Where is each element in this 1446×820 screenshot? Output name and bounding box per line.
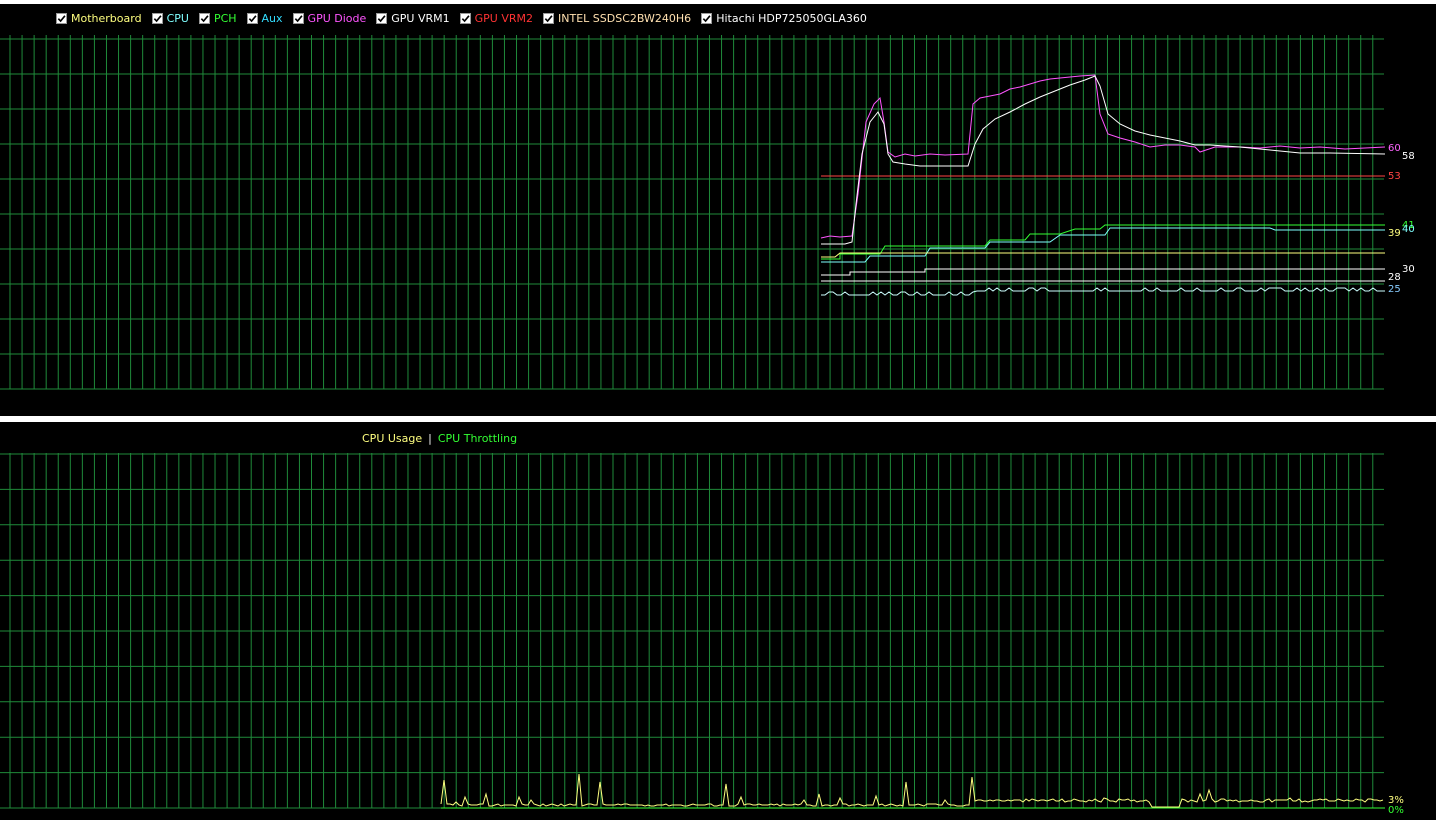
cpu-throttling-legend[interactable]: CPU Throttling (438, 432, 517, 445)
value-label-39: 39 (1388, 228, 1401, 239)
legend-checkbox[interactable] (543, 13, 555, 24)
legend-label: Motherboard (71, 12, 142, 25)
checkmark-icon (153, 15, 162, 23)
cpu-value-label-1: 0% (1388, 805, 1404, 816)
grid (0, 35, 1384, 390)
legend-item-intel-ssdsc2bw240h6[interactable]: INTEL SSDSC2BW240H6 (543, 12, 691, 25)
series-line-cpu-usage (440, 773, 1384, 808)
checkmark-icon (200, 15, 209, 23)
legend-label: Hitachi HDP725050GLA360 (716, 12, 867, 25)
legend-checkbox[interactable] (151, 13, 163, 24)
checkmark-icon (544, 15, 553, 23)
legend-checkbox[interactable] (459, 13, 471, 24)
checkmark-icon (294, 15, 303, 23)
legend-item-gpu-vrm2[interactable]: GPU VRM2 (459, 12, 534, 25)
value-label-30: 30 (1402, 264, 1415, 275)
legend-item-aux[interactable]: Aux (246, 12, 283, 25)
value-label-25: 25 (1388, 284, 1401, 295)
legend-label: CPU (166, 12, 189, 25)
grid (0, 453, 1384, 809)
cpu-legend: CPU Usage | CPU Throttling (362, 432, 517, 445)
value-label-28: 28 (1388, 272, 1401, 283)
legend-checkbox[interactable] (292, 13, 304, 24)
checkmark-icon (378, 15, 386, 23)
legend-label: PCH (213, 12, 237, 25)
legend-label: Aux (261, 12, 283, 25)
legend-label: INTEL SSDSC2BW240H6 (558, 12, 692, 25)
legend-item-hitachi-hdp725050gla360[interactable]: Hitachi HDP725050GLA360 (701, 12, 867, 25)
legend-checkbox[interactable] (701, 13, 713, 24)
temperature-graph-panel: 60 58 53 41 39 40 30 28 25 Motherboard CPU PCH Aux G… (0, 4, 1436, 416)
legend-label: GPU Diode (307, 12, 367, 25)
legend-checkbox[interactable] (198, 13, 210, 24)
checkmark-icon (702, 15, 711, 23)
value-label-58: 58 (1402, 151, 1415, 162)
legend-label: GPU VRM2 (474, 12, 534, 25)
legend-item-gpu-diode[interactable]: GPU Diode (292, 12, 367, 25)
legend-checkbox[interactable] (376, 13, 388, 24)
legend-item-motherboard[interactable]: Motherboard (56, 12, 142, 25)
legend-checkbox[interactable] (56, 13, 67, 24)
legend-item-pch[interactable]: PCH (198, 12, 237, 25)
temperature-legend: Motherboard CPU PCH Aux GPU Diode GPU VRM1 GPU… (56, 12, 877, 25)
cpu-graph-panel: 3% 0% CPU Usage | CPU Throttling (0, 422, 1436, 820)
checkmark-icon (461, 15, 470, 23)
legend-separator: | (428, 432, 432, 445)
value-label-40: 40 (1402, 224, 1415, 235)
value-label-53: 53 (1388, 171, 1401, 182)
temperature-graph: 6058534139 40302825 (0, 35, 1415, 390)
legend-item-gpu-vrm1[interactable]: GPU VRM1 (376, 12, 450, 25)
legend-item-cpu[interactable]: CPU (151, 12, 189, 25)
legend-label: GPU VRM1 (391, 12, 450, 25)
cpu-usage-legend[interactable]: CPU Usage (362, 432, 422, 445)
cpu-usage-graph: 3%0% (0, 453, 1404, 816)
legend-checkbox[interactable] (246, 13, 258, 24)
value-label-60: 60 (1388, 143, 1401, 154)
checkmark-icon (57, 15, 66, 23)
checkmark-icon (248, 15, 257, 23)
